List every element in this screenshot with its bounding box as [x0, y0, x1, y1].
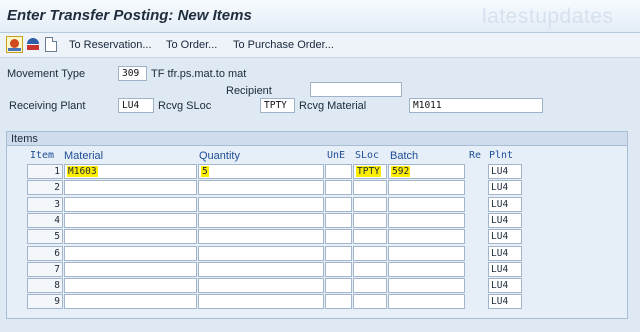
to-order-button[interactable]: To Order...: [166, 33, 217, 57]
plant-cell[interactable]: LU4: [488, 245, 522, 261]
item-number-cell: 7: [27, 261, 63, 277]
batch-cell[interactable]: [388, 294, 465, 310]
rcvg-sloc-field[interactable]: TPTY: [260, 98, 295, 113]
material-cell[interactable]: [64, 278, 197, 294]
quantity-cell[interactable]: 5: [198, 164, 324, 179]
sloc-cell[interactable]: [353, 261, 387, 277]
item-number-cell: 5: [27, 229, 63, 245]
material-cell[interactable]: [64, 245, 197, 261]
hold-icon[interactable]: [25, 36, 42, 53]
column-header-une[interactable]: UnE: [327, 150, 345, 161]
sloc-cell[interactable]: TPTY: [353, 164, 387, 179]
plant-cell[interactable]: LU4: [488, 212, 522, 228]
plant-cell[interactable]: LU4: [488, 180, 522, 196]
highlighted-value: TPTY: [356, 166, 381, 177]
material-cell[interactable]: [64, 261, 197, 277]
rcvg-material-field[interactable]: M1011: [409, 98, 543, 113]
batch-cell[interactable]: [388, 196, 465, 212]
recipient-label: Recipient: [226, 85, 272, 97]
unit-cell[interactable]: [325, 261, 352, 277]
items-group-title: Items: [7, 132, 627, 146]
quantity-cell[interactable]: [198, 245, 324, 261]
new-document-icon[interactable]: [45, 37, 57, 52]
batch-cell[interactable]: [388, 245, 465, 261]
movement-type-label: Movement Type: [7, 68, 86, 80]
column-header-plnt[interactable]: Plnt: [489, 150, 513, 161]
column-header-material[interactable]: Material: [64, 150, 103, 162]
unit-cell[interactable]: [325, 164, 352, 179]
quantity-cell[interactable]: [198, 229, 324, 245]
sloc-cell[interactable]: [353, 245, 387, 261]
sloc-cell[interactable]: [353, 196, 387, 212]
receiving-plant-field[interactable]: LU4: [118, 98, 154, 113]
column-header-re[interactable]: Re: [469, 150, 481, 161]
batch-cell[interactable]: [388, 212, 465, 228]
person-search-icon[interactable]: [6, 36, 23, 53]
unit-cell[interactable]: [325, 245, 352, 261]
movement-type-field[interactable]: 309: [118, 66, 147, 81]
plant-cell[interactable]: LU4: [488, 294, 522, 310]
batch-cell[interactable]: [388, 261, 465, 277]
rcvg-sloc-label: Rcvg SLoc: [158, 100, 212, 112]
plant-cell[interactable]: LU4: [488, 278, 522, 294]
watermark: latestupdates: [482, 5, 614, 28]
column-header-sloc[interactable]: SLoc: [355, 150, 379, 161]
batch-cell[interactable]: [388, 180, 465, 196]
quantity-cell[interactable]: [198, 180, 324, 196]
receiving-plant-label: Receiving Plant: [9, 100, 86, 112]
movement-type-description: TF tfr.ps.mat.to mat: [151, 68, 247, 80]
sloc-cell[interactable]: [353, 294, 387, 310]
item-number-cell: 2: [27, 180, 63, 196]
item-number-cell: 3: [27, 196, 63, 212]
item-number-cell: 9: [27, 294, 63, 310]
sloc-cell[interactable]: [353, 278, 387, 294]
quantity-cell[interactable]: [198, 294, 324, 310]
material-cell[interactable]: M1603: [64, 164, 197, 179]
item-number-cell: 4: [27, 212, 63, 228]
highlighted-value: 5: [201, 166, 209, 177]
item-number-cell: 8: [27, 278, 63, 294]
application-toolbar: To Reservation... To Order... To Purchas…: [0, 33, 640, 58]
material-cell[interactable]: [64, 229, 197, 245]
batch-cell[interactable]: 592: [388, 164, 465, 179]
material-cell[interactable]: [64, 294, 197, 310]
unit-cell[interactable]: [325, 278, 352, 294]
recipient-field[interactable]: [310, 82, 402, 97]
quantity-cell[interactable]: [198, 278, 324, 294]
sloc-cell[interactable]: [353, 180, 387, 196]
material-cell[interactable]: [64, 196, 197, 212]
unit-cell[interactable]: [325, 229, 352, 245]
plant-cell[interactable]: LU4: [488, 196, 522, 212]
title-bar: Enter Transfer Posting: New Items latest…: [0, 0, 640, 33]
batch-cell[interactable]: [388, 229, 465, 245]
rcvg-material-label: Rcvg Material: [299, 100, 367, 112]
item-number-cell: 6: [27, 245, 63, 261]
plant-cell[interactable]: LU4: [488, 164, 522, 179]
column-header-batch[interactable]: Batch: [390, 150, 418, 162]
to-purchase-order-button[interactable]: To Purchase Order...: [233, 33, 334, 57]
material-cell[interactable]: [64, 212, 197, 228]
item-number-cell: 1: [27, 164, 63, 179]
unit-cell[interactable]: [325, 196, 352, 212]
unit-cell[interactable]: [325, 212, 352, 228]
sloc-cell[interactable]: [353, 229, 387, 245]
highlighted-value: M1603: [67, 166, 98, 177]
unit-cell[interactable]: [325, 294, 352, 310]
to-reservation-button[interactable]: To Reservation...: [69, 33, 152, 57]
plant-cell[interactable]: LU4: [488, 261, 522, 277]
items-group: Items Item Material Quantity UnE SLoc Ba…: [6, 131, 628, 319]
highlighted-value: 592: [391, 166, 411, 177]
page-title: Enter Transfer Posting: New Items: [7, 7, 252, 24]
column-header-quantity[interactable]: Quantity: [199, 150, 240, 162]
quantity-cell[interactable]: [198, 212, 324, 228]
batch-cell[interactable]: [388, 278, 465, 294]
column-header-item[interactable]: Item: [30, 150, 54, 161]
quantity-cell[interactable]: [198, 261, 324, 277]
sloc-cell[interactable]: [353, 212, 387, 228]
unit-cell[interactable]: [325, 180, 352, 196]
quantity-cell[interactable]: [198, 196, 324, 212]
material-cell[interactable]: [64, 180, 197, 196]
plant-cell[interactable]: LU4: [488, 229, 522, 245]
